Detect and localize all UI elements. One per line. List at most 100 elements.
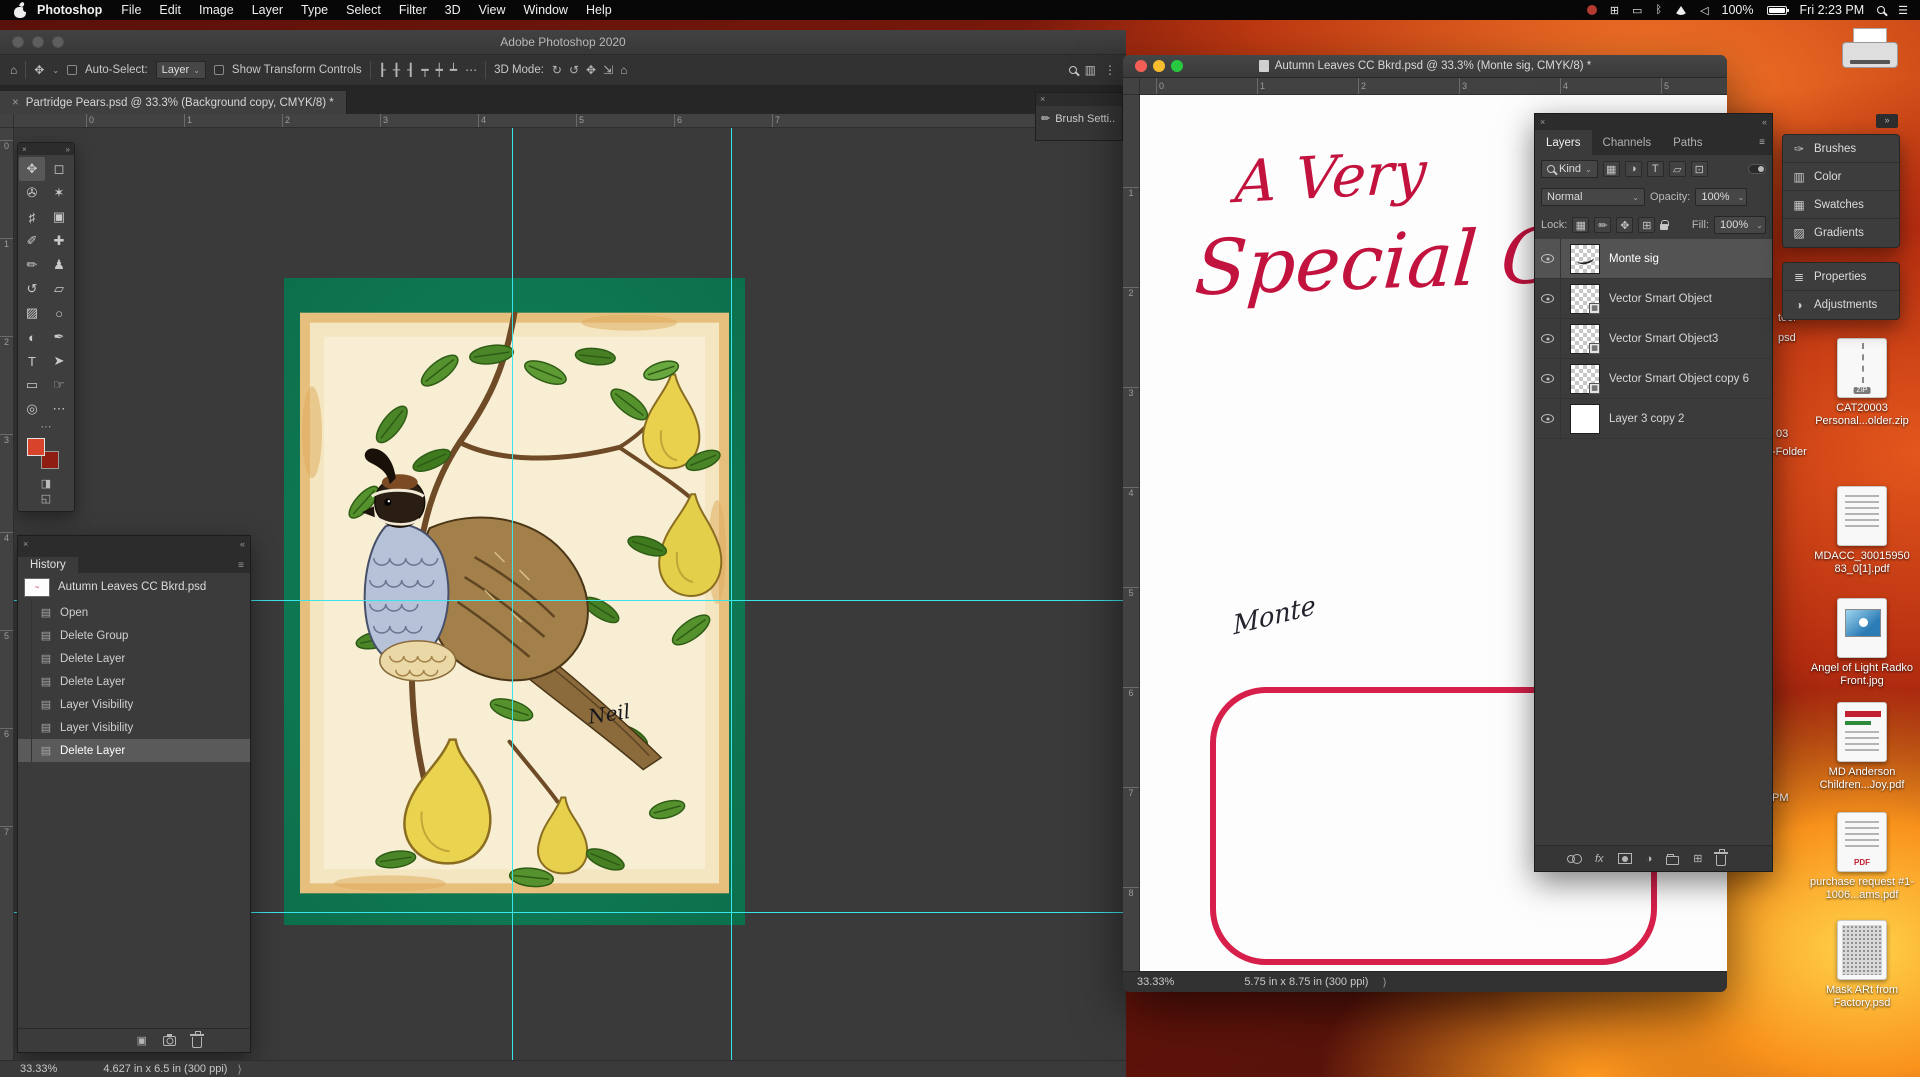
history-source-box[interactable] xyxy=(18,624,32,647)
auto-select-checkbox[interactable] xyxy=(67,65,78,75)
horizontal-ruler[interactable]: 01234567 xyxy=(14,114,1126,128)
filter-pixel-layers-icon[interactable]: ▦ xyxy=(1602,161,1620,177)
clone-stamp-tool[interactable]: ♟ xyxy=(46,253,72,277)
menu-item[interactable]: Help xyxy=(577,0,621,20)
eraser-tool[interactable]: ▱ xyxy=(46,277,72,301)
app-menu-photoshop[interactable]: Photoshop xyxy=(27,3,112,17)
type-tool[interactable]: T xyxy=(19,349,45,373)
move-tool-icon[interactable]: ✥ xyxy=(34,63,44,77)
battery-icon[interactable] xyxy=(1766,5,1789,15)
vertical-guide[interactable] xyxy=(512,128,513,1060)
brush-tool[interactable]: ✏ xyxy=(19,253,45,277)
tab-layers[interactable]: Layers xyxy=(1535,130,1592,155)
screen-mode-icon[interactable]: ◱ xyxy=(18,492,74,507)
desktop-icon-zip[interactable]: ZIP CAT20003 Personal...older.zip xyxy=(1806,338,1918,428)
history-state[interactable]: ▤ Delete Layer xyxy=(18,647,250,670)
panel-button-brushes[interactable]: ✑ Brushes xyxy=(1783,135,1899,163)
lock-pixels-icon[interactable]: ✏ xyxy=(1594,217,1612,233)
document-tab[interactable]: × Partridge Pears.psd @ 33.3% (Backgroun… xyxy=(0,91,347,114)
tools-palette-header[interactable]: ×» xyxy=(18,143,74,155)
kind-filter-dropdown[interactable]: Kind ⌄ xyxy=(1541,160,1598,178)
control-center-icon[interactable]: ☰ xyxy=(1898,4,1908,17)
lock-position-icon[interactable]: ✥ xyxy=(1616,217,1634,233)
zoom-level[interactable]: 33.33% xyxy=(0,1063,57,1075)
vertical-ruler[interactable]: 12345678 xyxy=(1123,95,1140,971)
panel-button-swatches[interactable]: ▦ Swatches xyxy=(1783,191,1899,219)
menu-item[interactable]: Image xyxy=(190,0,243,20)
bluetooth-icon[interactable]: ᛒ xyxy=(1655,4,1662,16)
layer-visibility-toggle[interactable] xyxy=(1535,239,1561,279)
align-icon[interactable]: ┿ xyxy=(436,63,443,77)
new-snapshot-icon[interactable] xyxy=(163,1033,176,1046)
layer-visibility-toggle[interactable] xyxy=(1535,358,1561,399)
horizontal-ruler[interactable]: 012345 xyxy=(1140,78,1727,95)
close-icon[interactable]: × xyxy=(12,97,19,109)
add-layer-mask-icon[interactable] xyxy=(1617,853,1632,864)
auto-select-dropdown[interactable]: Layer ⌄ xyxy=(155,61,206,79)
filter-adjustment-layers-icon[interactable]: ◑ xyxy=(1624,161,1642,177)
minimize-button[interactable] xyxy=(1153,60,1165,72)
menu-item[interactable]: File xyxy=(112,0,150,20)
history-snapshot[interactable]: ~ Autumn Leaves CC Bkrd.psd xyxy=(18,573,250,601)
path-selection-tool[interactable]: ➤ xyxy=(46,349,72,373)
frame-tool[interactable]: ▣ xyxy=(46,205,72,229)
panel-button-adjustments[interactable]: ◑ Adjustments xyxy=(1783,291,1899,319)
adjustment-layer-icon[interactable]: ◑ xyxy=(1646,853,1653,865)
delete-layer-icon[interactable] xyxy=(1714,849,1729,866)
close-button[interactable] xyxy=(1135,60,1147,72)
minimize-button[interactable] xyxy=(32,36,44,48)
more-options-icon[interactable]: ⋯ xyxy=(465,63,477,77)
dodge-tool[interactable]: ◐ xyxy=(19,325,45,349)
layer-row-vector-smart-object3[interactable]: ▦ Vector Smart Object3 xyxy=(1535,318,1772,359)
edit-toolbar[interactable]: ⋯ xyxy=(46,397,72,421)
quick-selection-tool[interactable]: ✶ xyxy=(46,181,72,205)
vertical-ruler[interactable]: 01234567 xyxy=(0,128,14,1060)
layer-visibility-toggle[interactable] xyxy=(1535,278,1561,319)
show-transform-checkbox[interactable] xyxy=(213,65,224,75)
lasso-tool[interactable]: ✇ xyxy=(19,181,45,205)
history-state[interactable]: ▤ Layer Visibility xyxy=(18,716,250,739)
volume-icon[interactable]: ◁ xyxy=(1700,4,1708,17)
filter-type-layers-icon[interactable]: T xyxy=(1646,161,1664,177)
menu-item[interactable]: Filter xyxy=(390,0,436,20)
new-layer-icon[interactable]: ⊞ xyxy=(1693,852,1702,865)
history-source-box[interactable] xyxy=(18,739,32,762)
ruler-origin[interactable] xyxy=(0,114,14,128)
ruler-origin[interactable] xyxy=(1123,78,1140,95)
zoom-button[interactable] xyxy=(52,36,64,48)
history-panel-header[interactable]: × « xyxy=(18,536,250,551)
close-button[interactable] xyxy=(12,36,24,48)
zoom-button[interactable] xyxy=(1171,60,1183,72)
align-icon[interactable]: ┷ xyxy=(450,63,457,77)
screen-record-icon[interactable] xyxy=(1586,5,1597,15)
display-icon[interactable]: ▭ xyxy=(1632,4,1642,17)
panel-button-properties[interactable]: ≣ Properties xyxy=(1783,263,1899,291)
layer-thumbnail[interactable] xyxy=(1570,403,1600,434)
history-state[interactable]: ▤ Delete Group xyxy=(18,624,250,647)
tab-paths[interactable]: Paths xyxy=(1662,130,1713,155)
main-canvas-area[interactable]: Neil ×» ✥ ◻ ✇ ✶ ♯ ▣ ✐ ✚ ✏ ♟ ↺ ▱ ▨ ○ ◐ ✒ T ➤ ▭ ☞ ◎ ⋯ ⋯ ◨ ◱ xyxy=(14,128,1126,1060)
shape-tool[interactable]: ▭ xyxy=(19,373,45,397)
zoom-tool[interactable]: ◎ xyxy=(19,397,45,421)
toolbar-edit-dots[interactable]: ⋯ xyxy=(18,421,74,435)
menu-item[interactable]: 3D xyxy=(436,0,470,20)
apple-menu-icon[interactable] xyxy=(14,0,29,18)
align-icon[interactable]: ╂ xyxy=(393,63,400,77)
tab-history[interactable]: History xyxy=(18,557,78,573)
home-icon[interactable]: ⌂ xyxy=(10,63,17,77)
layer-row-vector-smart-object-copy6[interactable]: ▦ Vector Smart Object copy 6 xyxy=(1535,358,1772,399)
doc2-titlebar[interactable]: Autumn Leaves CC Bkrd.psd @ 33.3% (Monte… xyxy=(1123,55,1727,78)
layer-visibility-toggle[interactable] xyxy=(1535,398,1561,439)
new-document-from-state-icon[interactable]: ▣ xyxy=(137,1034,147,1047)
panel-menu-icon[interactable]: ≡ xyxy=(1752,130,1772,155)
layer-visibility-toggle[interactable] xyxy=(1535,318,1561,359)
crop-tool[interactable]: ♯ xyxy=(19,205,45,229)
mode-3d-icon[interactable]: ↺ xyxy=(569,63,579,77)
lock-artboard-icon[interactable]: ⊞ xyxy=(1638,217,1656,233)
dock-collapse-chip[interactable]: » xyxy=(1876,114,1898,128)
panel-button-color[interactable]: ▥ Color xyxy=(1783,163,1899,191)
mode-3d-icon[interactable]: ✥ xyxy=(586,63,596,77)
history-source-box[interactable] xyxy=(18,716,32,739)
history-state[interactable]: ▤ Open xyxy=(18,601,250,624)
lock-transparency-icon[interactable]: ▦ xyxy=(1572,217,1590,233)
